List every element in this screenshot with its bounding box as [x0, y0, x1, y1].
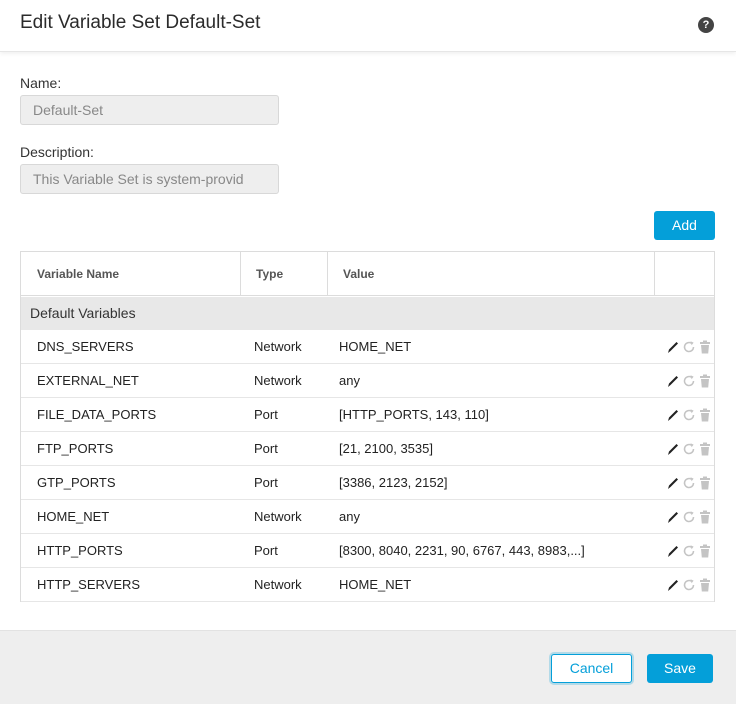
- table-row: HOME_NET Network any: [21, 500, 714, 534]
- pencil-icon[interactable]: [665, 543, 681, 559]
- row-actions: [665, 475, 715, 491]
- variable-type-cell: Port: [254, 441, 278, 456]
- row-actions: [665, 339, 715, 355]
- trash-icon[interactable]: [697, 441, 713, 457]
- refresh-icon[interactable]: [681, 441, 697, 457]
- variable-value-cell: [HTTP_PORTS, 143, 110]: [339, 407, 489, 422]
- variable-value-cell: any: [339, 373, 360, 388]
- trash-icon[interactable]: [697, 577, 713, 593]
- description-label: Description:: [20, 144, 94, 160]
- variable-type-cell: Port: [254, 543, 278, 558]
- save-button[interactable]: Save: [647, 654, 713, 683]
- variable-type-cell: Network: [254, 373, 302, 388]
- name-field[interactable]: Default-Set: [20, 95, 279, 125]
- dialog-footer: Cancel Save: [0, 630, 736, 704]
- variable-value-cell: HOME_NET: [339, 339, 412, 354]
- table-row: FILE_DATA_PORTS Port [HTTP_PORTS, 143, 110…: [21, 398, 714, 432]
- refresh-icon[interactable]: [681, 509, 697, 525]
- table-row: HTTP_SERVERS Network HOME_NET: [21, 568, 714, 602]
- description-field[interactable]: This Variable Set is system-provid: [20, 164, 279, 194]
- row-actions: [665, 577, 715, 593]
- trash-icon[interactable]: [697, 475, 713, 491]
- variable-type-cell: Network: [254, 339, 302, 354]
- refresh-icon[interactable]: [681, 543, 697, 559]
- trash-icon[interactable]: [697, 339, 713, 355]
- variables-table: Variable Name Type Value Default Variabl…: [20, 251, 715, 602]
- variable-type-cell: Port: [254, 407, 278, 422]
- pencil-icon[interactable]: [665, 339, 681, 355]
- column-header-variable-name[interactable]: Variable Name: [21, 252, 119, 296]
- trash-icon[interactable]: [697, 543, 713, 559]
- row-actions: [665, 407, 715, 423]
- variable-name-cell: EXTERNAL_NET: [37, 373, 139, 388]
- refresh-icon[interactable]: [681, 577, 697, 593]
- table-header: Variable Name Type Value: [21, 252, 714, 296]
- variable-name-cell: GTP_PORTS: [37, 475, 116, 490]
- refresh-icon[interactable]: [681, 339, 697, 355]
- variable-name-cell: HTTP_SERVERS: [37, 577, 141, 592]
- pencil-icon[interactable]: [665, 441, 681, 457]
- table-row: FTP_PORTS Port [21, 2100, 3535]: [21, 432, 714, 466]
- group-row-default-variables: Default Variables: [21, 297, 714, 330]
- name-label: Name:: [20, 75, 62, 91]
- table-row: HTTP_PORTS Port [8300, 8040, 2231, 90, 676…: [21, 534, 714, 568]
- pencil-icon[interactable]: [665, 509, 681, 525]
- variable-value-cell: [21, 2100, 3535]: [339, 441, 433, 456]
- variable-name-cell: FTP_PORTS: [37, 441, 114, 456]
- trash-icon[interactable]: [697, 373, 713, 389]
- column-header-type[interactable]: Type: [240, 252, 283, 296]
- row-actions: [665, 441, 715, 457]
- table-row: DNS_SERVERS Network HOME_NET: [21, 330, 714, 364]
- pencil-icon[interactable]: [665, 407, 681, 423]
- variable-type-cell: Network: [254, 577, 302, 592]
- add-button[interactable]: Add: [654, 211, 715, 240]
- cancel-button[interactable]: Cancel: [551, 654, 632, 683]
- variable-type-cell: Network: [254, 509, 302, 524]
- refresh-icon[interactable]: [681, 407, 697, 423]
- pencil-icon[interactable]: [665, 577, 681, 593]
- column-header-value[interactable]: Value: [327, 252, 374, 296]
- variable-value-cell: [8300, 8040, 2231, 90, 6767, 443, 8983,.…: [339, 543, 585, 558]
- variable-type-cell: Port: [254, 475, 278, 490]
- table-row: GTP_PORTS Port [3386, 2123, 2152]: [21, 466, 714, 500]
- variable-name-cell: HTTP_PORTS: [37, 543, 123, 558]
- dialog-title: Edit Variable Set Default-Set: [20, 12, 261, 33]
- variable-value-cell: any: [339, 509, 360, 524]
- row-actions: [665, 543, 715, 559]
- row-actions: [665, 373, 715, 389]
- pencil-icon[interactable]: [665, 373, 681, 389]
- variable-name-cell: FILE_DATA_PORTS: [37, 407, 157, 422]
- variable-name-cell: DNS_SERVERS: [37, 339, 134, 354]
- trash-icon[interactable]: [697, 407, 713, 423]
- row-actions: [665, 509, 715, 525]
- variable-value-cell: [3386, 2123, 2152]: [339, 475, 448, 490]
- table-row: EXTERNAL_NET Network any: [21, 364, 714, 398]
- column-divider: [654, 252, 655, 296]
- variable-value-cell: HOME_NET: [339, 577, 412, 592]
- dialog-header: Edit Variable Set Default-Set ?: [0, 0, 736, 52]
- refresh-icon[interactable]: [681, 475, 697, 491]
- help-icon[interactable]: ?: [698, 17, 714, 33]
- trash-icon[interactable]: [697, 509, 713, 525]
- variable-name-cell: HOME_NET: [37, 509, 110, 524]
- refresh-icon[interactable]: [681, 373, 697, 389]
- pencil-icon[interactable]: [665, 475, 681, 491]
